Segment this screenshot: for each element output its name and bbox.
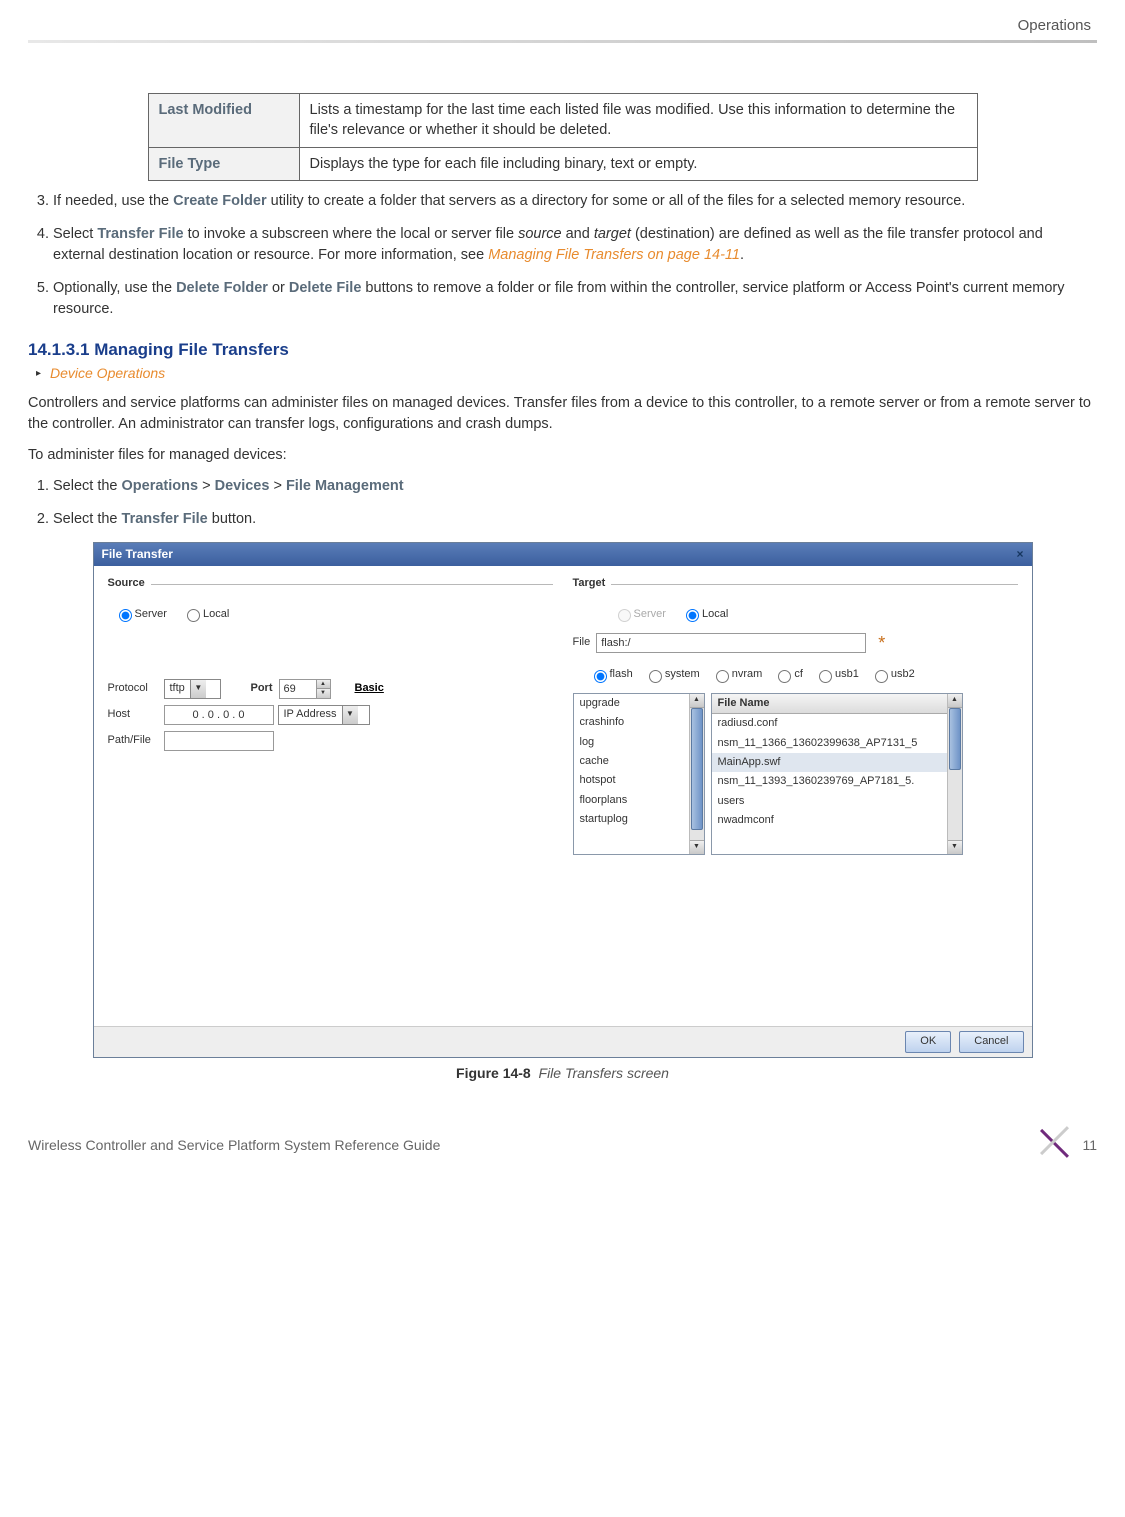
list-item[interactable]: users (712, 792, 962, 811)
list-item[interactable]: nsm_11_1366_13602399638_AP7131_5 (712, 734, 962, 753)
list-item[interactable]: hotspot (574, 771, 704, 790)
step-4: Select Transfer File to invoke a subscre… (53, 224, 1097, 266)
file-transfer-dialog: File Transfer × Source Server Local Prot… (93, 542, 1033, 1057)
list-item[interactable]: radiusd.conf (712, 714, 962, 733)
list-item[interactable]: floorplans (574, 791, 704, 810)
header-section: Operations (28, 15, 1097, 36)
nstep-1: Select the Operations > Devices > File M… (53, 476, 1097, 497)
protocol-label: Protocol (108, 681, 164, 696)
header-rule (28, 40, 1097, 43)
file-list[interactable]: File Name radiusd.conf nsm_11_1366_13602… (711, 693, 963, 855)
definitions-table: Last Modified Lists a timestamp for the … (148, 93, 978, 181)
source-server-radio[interactable]: Server (114, 608, 167, 620)
page-number: 11 (1082, 1136, 1097, 1156)
list-item[interactable]: startuplog (574, 810, 704, 829)
scroll-thumb[interactable] (949, 708, 961, 770)
table-row: File Type Displays the type for each fil… (148, 147, 977, 180)
basic-link[interactable]: Basic (355, 681, 384, 696)
page-footer: Wireless Controller and Service Platform… (28, 1128, 1097, 1164)
paragraph: To administer files for managed devices: (28, 445, 1097, 466)
radio-nvram[interactable]: nvram (711, 668, 763, 680)
step-3: If needed, use the Create Folder utility… (53, 191, 1097, 212)
footer-angle-icon (1040, 1128, 1076, 1164)
target-local-radio[interactable]: Local (681, 608, 728, 620)
cell-label: File Type (148, 147, 299, 180)
scroll-down-icon[interactable]: ▼ (690, 840, 704, 854)
source-legend: Source (108, 576, 151, 591)
cell-desc: Lists a timestamp for the last time each… (299, 94, 977, 148)
cell-desc: Displays the type for each file includin… (299, 147, 977, 180)
scroll-up-icon[interactable]: ▲ (948, 694, 962, 708)
nstep-2: Select the Transfer File button. (53, 509, 1097, 530)
dialog-footer: OK Cancel (94, 1026, 1032, 1056)
dialog-title-bar: File Transfer × (94, 543, 1032, 566)
ok-button[interactable]: OK (905, 1031, 951, 1052)
list-item[interactable]: cache (574, 752, 704, 771)
scrollbar[interactable]: ▲ ▼ (947, 694, 962, 854)
path-file-label: Path/File (108, 733, 164, 748)
create-folder-label: Create Folder (173, 193, 266, 209)
target-legend: Target (573, 576, 612, 591)
paragraph: Controllers and service platforms can ad… (28, 393, 1097, 435)
spinner-up-icon[interactable]: ▲ (317, 680, 330, 690)
path-file-input[interactable] (164, 731, 274, 751)
link-managing-file-transfers[interactable]: Managing File Transfers on page 14-11 (488, 247, 740, 263)
scrollbar[interactable]: ▲ ▼ (689, 694, 704, 854)
target-server-radio[interactable]: Server (613, 608, 666, 620)
scroll-thumb[interactable] (691, 708, 703, 830)
list-item[interactable]: crashinfo (574, 713, 704, 732)
radio-system[interactable]: system (644, 668, 700, 680)
list-item[interactable]: nsm_11_1393_1360239769_AP7181_5. (712, 772, 962, 791)
table-row: Last Modified Lists a timestamp for the … (148, 94, 977, 148)
spinner-down-icon[interactable]: ▼ (317, 689, 330, 698)
source-fieldset: Source Server Local Protocol tftp▼ Port (108, 578, 553, 756)
list-item[interactable]: log (574, 733, 704, 752)
radio-cf[interactable]: cf (773, 668, 803, 680)
chevron-down-icon: ▼ (342, 706, 358, 724)
file-label: File (573, 635, 591, 650)
list-item[interactable]: MainApp.swf (712, 753, 962, 772)
cell-label: Last Modified (148, 94, 299, 148)
list-item[interactable]: nwadmconf (712, 811, 962, 830)
file-list-header: File Name (712, 694, 962, 714)
chevron-down-icon: ▼ (190, 680, 206, 698)
protocol-dropdown[interactable]: tftp▼ (164, 679, 221, 699)
scroll-down-icon[interactable]: ▼ (948, 840, 962, 854)
radio-flash[interactable]: flash (589, 668, 633, 680)
dialog-title: File Transfer (102, 546, 173, 563)
delete-file-label: Delete File (289, 280, 362, 296)
host-label: Host (108, 707, 164, 722)
port-stepper[interactable]: 69 ▲▼ (279, 679, 331, 699)
step-5: Optionally, use the Delete Folder or Del… (53, 278, 1097, 320)
list-item[interactable]: upgrade (574, 694, 704, 713)
radio-usb2[interactable]: usb2 (870, 668, 915, 680)
folder-list[interactable]: upgrade crashinfo log cache hotspot floo… (573, 693, 705, 855)
target-fieldset: Target Server Local File flash:/ * flash… (573, 578, 1018, 855)
source-local-radio[interactable]: Local (182, 608, 229, 620)
required-asterisk-icon: * (878, 638, 885, 648)
figure-caption: Figure 14-8 File Transfers screen (93, 1064, 1033, 1084)
footer-text: Wireless Controller and Service Platform… (28, 1136, 440, 1156)
host-type-dropdown[interactable]: IP Address▼ (278, 705, 370, 725)
port-label: Port (251, 681, 273, 696)
host-input[interactable]: 0 . 0 . 0 . 0 (164, 705, 274, 725)
transfer-file-label: Transfer File (97, 226, 183, 242)
scroll-up-icon[interactable]: ▲ (690, 694, 704, 708)
cancel-button[interactable]: Cancel (959, 1031, 1023, 1052)
figure-file-transfer: File Transfer × Source Server Local Prot… (93, 542, 1033, 1083)
close-icon[interactable]: × (1016, 546, 1023, 563)
delete-folder-label: Delete Folder (176, 280, 268, 296)
subsection-heading: 14.1.3.1 Managing File Transfers (28, 338, 1097, 362)
file-input[interactable]: flash:/ (596, 633, 866, 653)
breadcrumb[interactable]: Device Operations (50, 364, 1097, 384)
radio-usb1[interactable]: usb1 (814, 668, 859, 680)
target-storage-radios: flash system nvram cf usb1 usb2 (589, 667, 1018, 683)
